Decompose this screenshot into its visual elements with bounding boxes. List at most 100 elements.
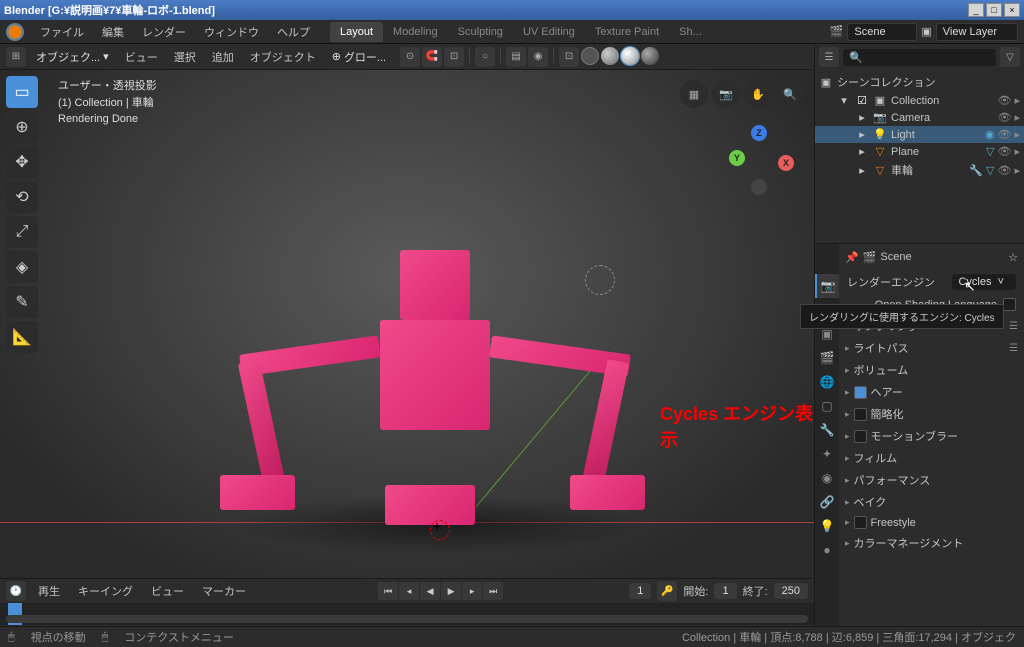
tl-view[interactable]: ビュー: [145, 581, 190, 601]
shading-rendered[interactable]: [641, 47, 659, 65]
tool-cursor[interactable]: ⊕: [6, 111, 38, 143]
current-frame[interactable]: 1: [629, 583, 651, 599]
jump-end-button[interactable]: ⏭: [483, 582, 503, 600]
panel-freestyle[interactable]: ▸Freestyle: [839, 513, 1024, 532]
snap-icon[interactable]: 🧲: [422, 47, 442, 67]
panel-motionblur[interactable]: ▸モーションブラー: [839, 425, 1024, 447]
vp-menu-object[interactable]: オブジェクト: [244, 47, 322, 67]
render-icon[interactable]: ▸: [1014, 145, 1020, 158]
tab-constraint[interactable]: 🔗: [815, 490, 839, 514]
tree-collection[interactable]: ▾ ☑▣ Collection 👁▸: [815, 92, 1024, 109]
shading-solid[interactable]: [601, 47, 619, 65]
pin-icon[interactable]: 📌: [845, 251, 859, 264]
tool-select[interactable]: ▭: [6, 76, 38, 108]
freestyle-checkbox[interactable]: [854, 516, 867, 529]
outliner-search[interactable]: 🔍: [843, 49, 996, 66]
tree-item-wheel[interactable]: ▸ ▽ 車輪 🔧▽👁▸: [815, 160, 1024, 180]
menu-help[interactable]: ヘルプ: [269, 21, 318, 43]
tab-modeling[interactable]: Modeling: [383, 22, 448, 42]
tool-rotate[interactable]: ⟲: [6, 181, 38, 213]
maximize-button[interactable]: □: [986, 3, 1002, 17]
tab-texture[interactable]: Texture Paint: [585, 22, 669, 42]
camera-icon[interactable]: 📷: [712, 80, 740, 108]
close-button[interactable]: ×: [1004, 3, 1020, 17]
osl-checkbox[interactable]: [1003, 298, 1016, 311]
camera-view-icon[interactable]: ▦: [680, 80, 708, 108]
shading-wireframe[interactable]: [581, 47, 599, 65]
render-icon[interactable]: ▸: [1014, 164, 1020, 177]
blender-logo-icon[interactable]: [6, 23, 24, 41]
overlay-icon[interactable]: ◉: [528, 47, 548, 67]
tool-transform[interactable]: ◈: [6, 251, 38, 283]
menu-render[interactable]: レンダー: [134, 21, 194, 43]
eye-icon[interactable]: 👁: [998, 111, 1012, 124]
x-axis[interactable]: X: [778, 155, 794, 171]
motionblur-checkbox[interactable]: [854, 430, 867, 443]
vp-menu-view[interactable]: ビュー: [119, 47, 164, 67]
tree-item-light[interactable]: ▸ 💡 Light ◉👁▸: [815, 126, 1024, 143]
panel-simplify[interactable]: ▸簡略化: [839, 403, 1024, 425]
minimize-button[interactable]: _: [968, 3, 984, 17]
shading-material[interactable]: [621, 47, 639, 65]
neg-axis[interactable]: [751, 179, 767, 195]
end-frame[interactable]: 250: [774, 583, 808, 599]
snap-to-icon[interactable]: ⊡: [444, 47, 464, 67]
play-button[interactable]: ▶: [441, 582, 461, 600]
menu-file[interactable]: ファイル: [32, 21, 92, 43]
menu-window[interactable]: ウィンドウ: [196, 21, 267, 43]
tl-keying[interactable]: キーイング: [72, 581, 139, 601]
timeline-editor-icon[interactable]: 🕐: [6, 581, 26, 601]
timeline-scrollbar[interactable]: [6, 615, 808, 623]
hair-checkbox[interactable]: [854, 386, 867, 399]
render-icon[interactable]: ▸: [1014, 128, 1020, 141]
tab-object[interactable]: ▢: [815, 394, 839, 418]
panel-colormgmt[interactable]: ▸カラーマネージメント: [839, 532, 1024, 554]
tab-render[interactable]: 📷: [815, 274, 839, 298]
tree-item-camera[interactable]: ▸ 📷 Camera 👁▸: [815, 109, 1024, 126]
tab-modifier[interactable]: 🔧: [815, 418, 839, 442]
tool-annotate[interactable]: ✎: [6, 286, 38, 318]
timeline-track[interactable]: [0, 603, 814, 625]
tab-physics[interactable]: ◉: [815, 466, 839, 490]
tree-scene-collection[interactable]: ▣ シーンコレクション: [815, 72, 1024, 92]
editor-type-icon[interactable]: ⊞: [6, 47, 26, 67]
y-axis[interactable]: Y: [729, 150, 745, 166]
eye-icon[interactable]: 👁: [998, 128, 1012, 141]
xray-icon[interactable]: ⊡: [559, 47, 579, 67]
autokey-icon[interactable]: 🔑: [657, 581, 677, 601]
orientation-dropdown[interactable]: ⊕ グロー...: [326, 47, 392, 67]
tool-scale[interactable]: ⤢: [6, 216, 38, 248]
tab-material[interactable]: ●: [815, 538, 839, 562]
tab-shading[interactable]: Sh...: [669, 22, 712, 42]
eye-icon[interactable]: 👁: [998, 94, 1012, 107]
vp-menu-select[interactable]: 選択: [168, 47, 202, 67]
panel-performance[interactable]: ▸パフォーマンス: [839, 469, 1024, 491]
pin-icon[interactable]: ☆: [1008, 251, 1018, 264]
viewlayer-selector[interactable]: View Layer: [936, 23, 1018, 41]
eye-icon[interactable]: 👁: [998, 145, 1012, 158]
play-reverse-button[interactable]: ◀: [420, 582, 440, 600]
tool-measure[interactable]: 📐: [6, 321, 38, 353]
viewport-3d[interactable]: ▭ ⊕ ✥ ⟲ ⤢ ◈ ✎ 📐 ユーザー・透視投影 (1) Collection…: [0, 70, 814, 578]
panel-film[interactable]: ▸フィルム: [839, 447, 1024, 469]
next-key-button[interactable]: ▸: [462, 582, 482, 600]
tab-data[interactable]: 💡: [815, 514, 839, 538]
zoom-icon[interactable]: 🔍: [776, 80, 804, 108]
panel-hair[interactable]: ▸ヘアー: [839, 381, 1024, 403]
panel-bake[interactable]: ▸ベイク: [839, 491, 1024, 513]
outliner-editor-icon[interactable]: ☰: [819, 47, 839, 67]
filter-icon[interactable]: ▽: [1000, 47, 1020, 67]
tl-playback[interactable]: 再生: [32, 581, 66, 601]
simplify-checkbox[interactable]: [854, 408, 867, 421]
gizmo-icon[interactable]: ▤: [506, 47, 526, 67]
tab-uv[interactable]: UV Editing: [513, 22, 585, 42]
mode-dropdown[interactable]: オブジェク... ▾: [30, 47, 115, 67]
start-frame[interactable]: 1: [714, 583, 736, 599]
render-icon[interactable]: ▸: [1014, 94, 1020, 107]
tl-marker[interactable]: マーカー: [196, 581, 252, 601]
tree-item-plane[interactable]: ▸ ▽ Plane ▽👁▸: [815, 143, 1024, 160]
tab-world[interactable]: 🌐: [815, 370, 839, 394]
panel-lightpaths[interactable]: ▸ライトパス☰: [839, 337, 1024, 359]
eye-icon[interactable]: 👁: [998, 164, 1012, 177]
z-axis[interactable]: Z: [751, 125, 767, 141]
